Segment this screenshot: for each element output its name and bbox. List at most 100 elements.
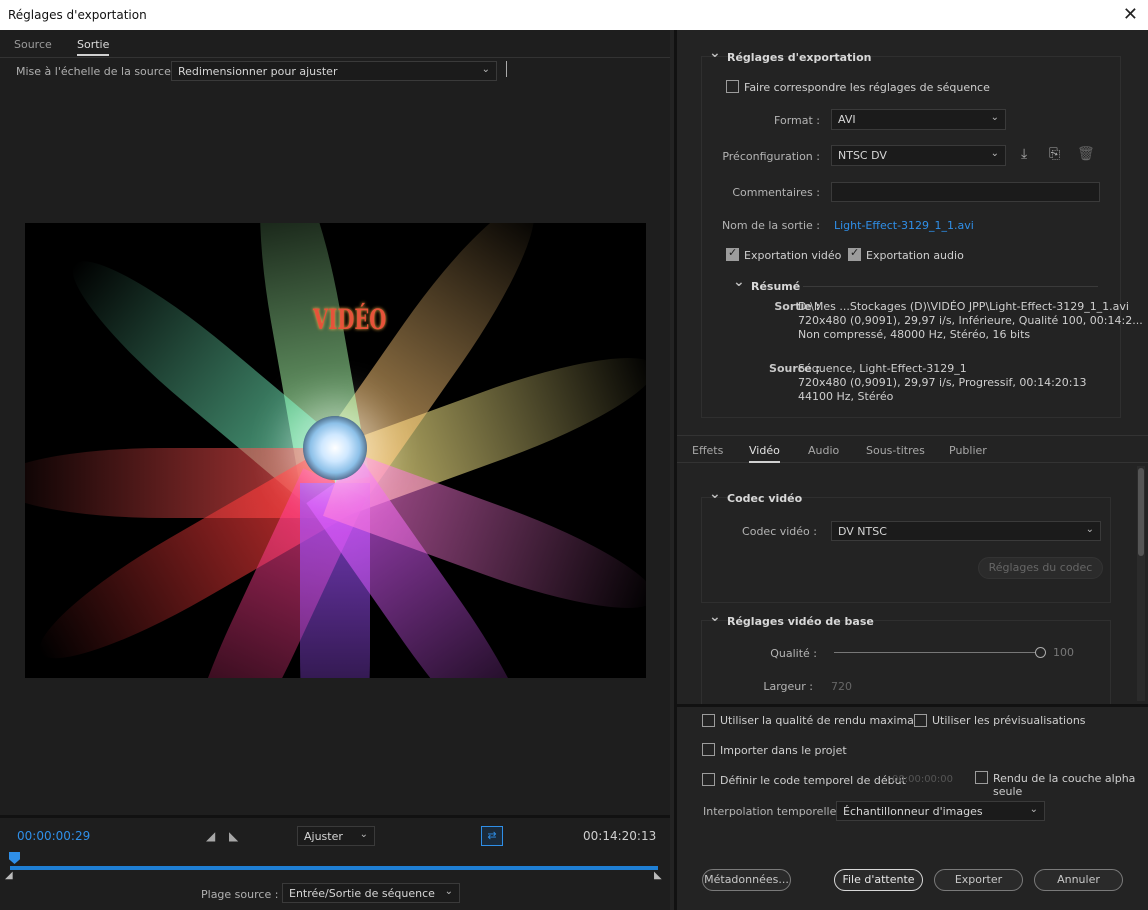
quality-value: 100 <box>1053 646 1074 659</box>
cursor-divider <box>506 61 507 77</box>
range-dropdown[interactable]: Entrée/Sortie de séquence ⌄ <box>282 883 460 903</box>
end-timecode: 00:14:20:13 <box>583 829 657 843</box>
scale-label: Mise à l'échelle de la source : <box>16 65 179 78</box>
width-value: 720 <box>831 680 852 693</box>
interpolation-value: Échantillonneur d'images <box>843 805 983 818</box>
timeline-area: 00:00:00:29 ◢ ◣ Ajuster ⌄ ⇄ 00:14:20:13 … <box>0 815 670 910</box>
quality-label: Qualité : <box>770 647 817 660</box>
set-timecode-checkbox[interactable] <box>702 773 715 786</box>
summary-divider <box>803 286 1098 287</box>
set-timecode-label: Définir le code temporel de début <box>720 774 906 787</box>
start-timecode-value[interactable]: 00:00:00:00 <box>892 774 953 785</box>
preset-dropdown[interactable]: NTSC DV ⌄ <box>831 145 1006 166</box>
fit-frame-icon[interactable]: ⇄ <box>481 826 503 846</box>
playhead[interactable] <box>9 852 20 864</box>
scale-dropdown[interactable]: Redimensionner pour ajuster ⌄ <box>171 61 497 81</box>
chevron-down-icon: ⌄ <box>481 64 490 75</box>
codec-dropdown[interactable]: DV NTSC ⌄ <box>831 521 1101 541</box>
use-previews-checkbox[interactable] <box>914 714 927 727</box>
chevron-down-icon: ⌄ <box>444 886 453 897</box>
output-name-label: Nom de la sortie : <box>721 219 820 232</box>
video-export-checkbox[interactable] <box>726 246 739 261</box>
settings-panel: Réglages d'exportation Faire correspondr… <box>674 30 1148 910</box>
mark-in-icon[interactable]: ◢ <box>206 829 215 843</box>
preset-value: NTSC DV <box>838 149 887 162</box>
codec-value: DV NTSC <box>838 525 887 538</box>
codec-label: Codec vidéo : <box>742 525 817 538</box>
zoom-value: Ajuster <box>304 830 343 843</box>
preview-title-text: VIDÉO <box>313 303 387 336</box>
chevron-down-icon: ⌄ <box>990 148 999 159</box>
alpha-only-checkbox[interactable] <box>975 771 988 784</box>
basic-video-header[interactable]: Réglages vidéo de base <box>709 609 874 628</box>
import-preset-icon[interactable]: ⎘ <box>1049 146 1060 162</box>
output-name-link[interactable]: Light-Effect-3129_1_1.avi <box>834 219 974 232</box>
width-label: Largeur : <box>763 680 813 693</box>
comments-input[interactable] <box>831 182 1100 202</box>
settings-tabs: Effets Vidéo Audio Sous-titres Publier <box>677 435 1148 463</box>
metadata-button[interactable]: Métadonnées... <box>702 869 791 891</box>
codec-settings-button[interactable]: Réglages du codec <box>978 557 1103 579</box>
cancel-button[interactable]: Annuler <box>1034 869 1123 891</box>
tab-audio[interactable]: Audio <box>808 444 839 457</box>
export-settings-header[interactable]: Réglages d'exportation <box>709 45 872 64</box>
import-project-checkbox[interactable] <box>702 743 715 756</box>
tab-sortie[interactable]: Sortie <box>77 38 110 56</box>
chevron-down-icon: ⌄ <box>1085 524 1094 535</box>
tab-publier[interactable]: Publier <box>949 444 987 457</box>
tab-source[interactable]: Source <box>14 38 52 51</box>
match-sequence-checkbox[interactable] <box>726 80 739 93</box>
audio-export-label: Exportation audio <box>866 249 964 262</box>
title-bar: Réglages d'exportation ✕ <box>0 0 1148 30</box>
use-previews-label: Utiliser les prévisualisations <box>932 714 1086 727</box>
interpolation-label: Interpolation temporelle : <box>703 805 844 818</box>
import-project-label: Importer dans le projet <box>720 744 847 757</box>
export-button[interactable]: Exporter <box>934 869 1023 891</box>
timeline-track[interactable] <box>10 866 658 870</box>
mark-out-icon[interactable]: ◣ <box>229 829 238 843</box>
source-line-3: 44100 Hz, Stéréo <box>798 390 894 403</box>
current-timecode[interactable]: 00:00:00:29 <box>17 829 90 843</box>
quality-slider-thumb[interactable] <box>1035 647 1046 658</box>
sortie-line-2: 720x480 (0,9091), 29,97 i/s, Inférieure,… <box>798 314 1143 327</box>
codec-header[interactable]: Codec vidéo <box>709 486 802 505</box>
zoom-dropdown[interactable]: Ajuster ⌄ <box>297 826 375 846</box>
sortie-line-3: Non compressé, 48000 Hz, Stéréo, 16 bits <box>798 328 1031 341</box>
window-title: Réglages d'exportation <box>8 8 147 22</box>
range-value: Entrée/Sortie de séquence <box>289 887 435 900</box>
scrollbar-thumb[interactable] <box>1138 468 1144 556</box>
max-quality-label: Utiliser la qualité de rendu maximale <box>720 714 924 727</box>
quality-slider-track[interactable] <box>834 652 1040 653</box>
format-value: AVI <box>838 113 856 126</box>
max-quality-checkbox[interactable] <box>702 714 715 727</box>
in-point-icon[interactable]: ◢ <box>5 870 13 881</box>
close-icon[interactable]: ✕ <box>1123 4 1138 25</box>
panel-splitter[interactable] <box>677 704 1148 707</box>
video-export-label: Exportation vidéo <box>744 249 842 262</box>
scale-value: Redimensionner pour ajuster <box>178 65 338 78</box>
light-orb <box>303 416 367 480</box>
alpha-only-label: Rendu de la couche alpha seule <box>993 772 1136 798</box>
scrollbar[interactable] <box>1137 466 1145 701</box>
queue-button[interactable]: File d'attente <box>834 869 923 891</box>
chevron-down-icon: ⌄ <box>1029 804 1038 815</box>
format-label: Format : <box>774 114 820 127</box>
tab-effets[interactable]: Effets <box>692 444 723 457</box>
tab-video[interactable]: Vidéo <box>749 444 780 463</box>
divider <box>0 57 670 58</box>
match-sequence-label: Faire correspondre les réglages de séque… <box>744 81 990 94</box>
preset-label: Préconfiguration : <box>722 150 820 163</box>
summary-header[interactable]: Résumé <box>733 274 800 293</box>
codec-section <box>701 497 1111 603</box>
audio-export-checkbox[interactable] <box>848 246 861 261</box>
format-dropdown[interactable]: AVI ⌄ <box>831 109 1006 130</box>
tab-sous-titres[interactable]: Sous-titres <box>866 444 925 457</box>
source-line-1: Séquence, Light-Effect-3129_1 <box>798 362 967 375</box>
delete-preset-icon[interactable]: 🗑 <box>1077 146 1095 162</box>
interpolation-dropdown[interactable]: Échantillonneur d'images ⌄ <box>836 801 1045 821</box>
out-point-icon[interactable]: ◣ <box>654 870 662 881</box>
range-label: Plage source : <box>201 888 279 901</box>
save-preset-icon[interactable]: ⤓ <box>1021 146 1027 162</box>
chevron-down-icon: ⌄ <box>990 112 999 123</box>
chevron-down-icon: ⌄ <box>359 829 368 840</box>
